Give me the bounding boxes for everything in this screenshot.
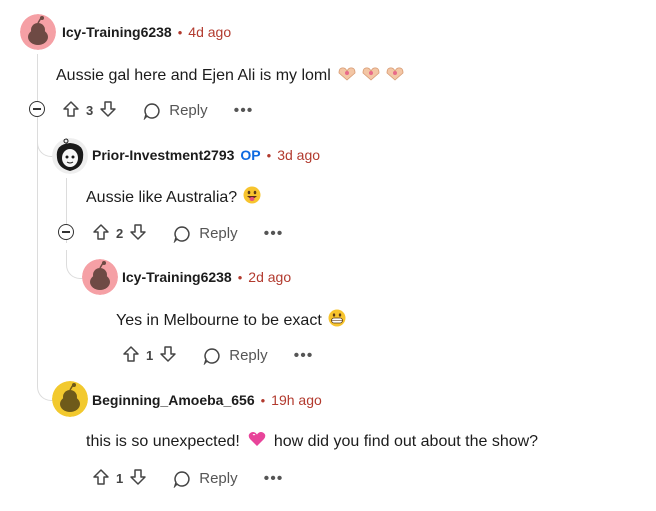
comment-bubble-icon: [173, 225, 190, 243]
username[interactable]: Prior-Investment2793: [92, 147, 234, 163]
downvote-icon[interactable]: [129, 468, 147, 489]
timestamp[interactable]: 3d ago: [277, 147, 320, 163]
more-options-icon[interactable]: •••: [264, 470, 284, 486]
avatar[interactable]: [52, 138, 88, 174]
comment-bubble-icon: [173, 470, 190, 488]
vote-count: 3: [86, 103, 94, 118]
comment-actions: 1 Reply •••: [92, 468, 283, 489]
more-options-icon[interactable]: •••: [294, 347, 314, 363]
minus-icon: [62, 231, 70, 233]
more-options-icon[interactable]: •••: [234, 102, 254, 118]
more-options-icon[interactable]: •••: [264, 225, 284, 241]
avatar[interactable]: [52, 381, 88, 417]
avatar[interactable]: [82, 259, 118, 295]
vote-group: 1: [92, 468, 147, 489]
comment-text: Aussie gal here and Ejen Ali is my loml: [56, 66, 331, 84]
upvote-icon[interactable]: [122, 345, 140, 366]
username[interactable]: Icy-Training6238: [62, 24, 172, 40]
minus-icon: [33, 108, 41, 110]
downvote-icon[interactable]: [99, 100, 117, 121]
comment-text: Yes in Melbourne to be exact: [116, 311, 322, 329]
grinning-tongue-emoji-icon: [243, 186, 261, 209]
downvote-icon[interactable]: [129, 223, 147, 244]
comment-body: Aussie like Australia?: [86, 186, 261, 209]
comment-meta: Icy-Training6238 • 4d ago: [62, 24, 231, 40]
op-badge: OP: [240, 147, 261, 163]
downvote-icon[interactable]: [159, 345, 177, 366]
username[interactable]: Beginning_Amoeba_656: [92, 392, 255, 408]
separator-dot: •: [266, 147, 272, 163]
timestamp[interactable]: 4d ago: [188, 24, 231, 40]
comment-text: this is so unexpected!: [86, 432, 240, 450]
thread-elbow-2: [66, 250, 83, 279]
vote-group: 2: [92, 223, 147, 244]
heart-emoji-icon: [248, 431, 266, 452]
timestamp[interactable]: 19h ago: [271, 392, 322, 408]
separator-dot: •: [237, 269, 243, 285]
upvote-icon[interactable]: [92, 223, 110, 244]
vote-group: 1: [122, 345, 177, 366]
separator-dot: •: [177, 24, 183, 40]
comment-body: Yes in Melbourne to be exact: [116, 309, 346, 332]
reply-label: Reply: [169, 102, 208, 119]
reply-button[interactable]: Reply: [143, 102, 208, 120]
comment-actions: 3 Reply •••: [62, 100, 253, 121]
vote-group: 3: [62, 100, 117, 121]
reply-button[interactable]: Reply: [173, 470, 238, 488]
comment-bubble-icon: [203, 347, 220, 365]
vote-count: 2: [116, 226, 124, 241]
reply-label: Reply: [229, 347, 268, 364]
comment-bubble-icon: [143, 102, 160, 120]
collapse-thread-button[interactable]: [58, 224, 74, 240]
collapse-thread-button[interactable]: [29, 101, 45, 117]
reply-label: Reply: [199, 225, 238, 242]
comment-text-continued: how did you find out about the show?: [273, 432, 539, 450]
comment-actions: 1 Reply •••: [122, 345, 313, 366]
vote-count: 1: [116, 471, 124, 486]
reply-label: Reply: [199, 470, 238, 487]
comment-body: Aussie gal here and Ejen Ali is my loml: [56, 64, 409, 87]
comment-actions: 2 Reply •••: [92, 223, 283, 244]
upvote-icon[interactable]: [92, 468, 110, 489]
reply-button[interactable]: Reply: [173, 225, 238, 243]
upvote-icon[interactable]: [62, 100, 80, 121]
comment-text: Aussie like Australia?: [86, 188, 238, 206]
grinning-face-emoji-icon: [328, 309, 346, 332]
separator-dot: •: [260, 392, 266, 408]
comment-meta: Beginning_Amoeba_656 • 19h ago: [92, 392, 322, 408]
comment-body: this is so unexpected! how did you find …: [86, 431, 538, 452]
avatar[interactable]: [20, 14, 56, 50]
heart-hands-emoji-icon: [337, 64, 409, 87]
username[interactable]: Icy-Training6238: [122, 269, 232, 285]
comment-meta: Icy-Training6238 • 2d ago: [122, 269, 291, 285]
timestamp[interactable]: 2d ago: [248, 269, 291, 285]
vote-count: 1: [146, 348, 154, 363]
comment-meta: Prior-Investment2793 OP • 3d ago: [92, 147, 320, 163]
reply-button[interactable]: Reply: [203, 347, 268, 365]
